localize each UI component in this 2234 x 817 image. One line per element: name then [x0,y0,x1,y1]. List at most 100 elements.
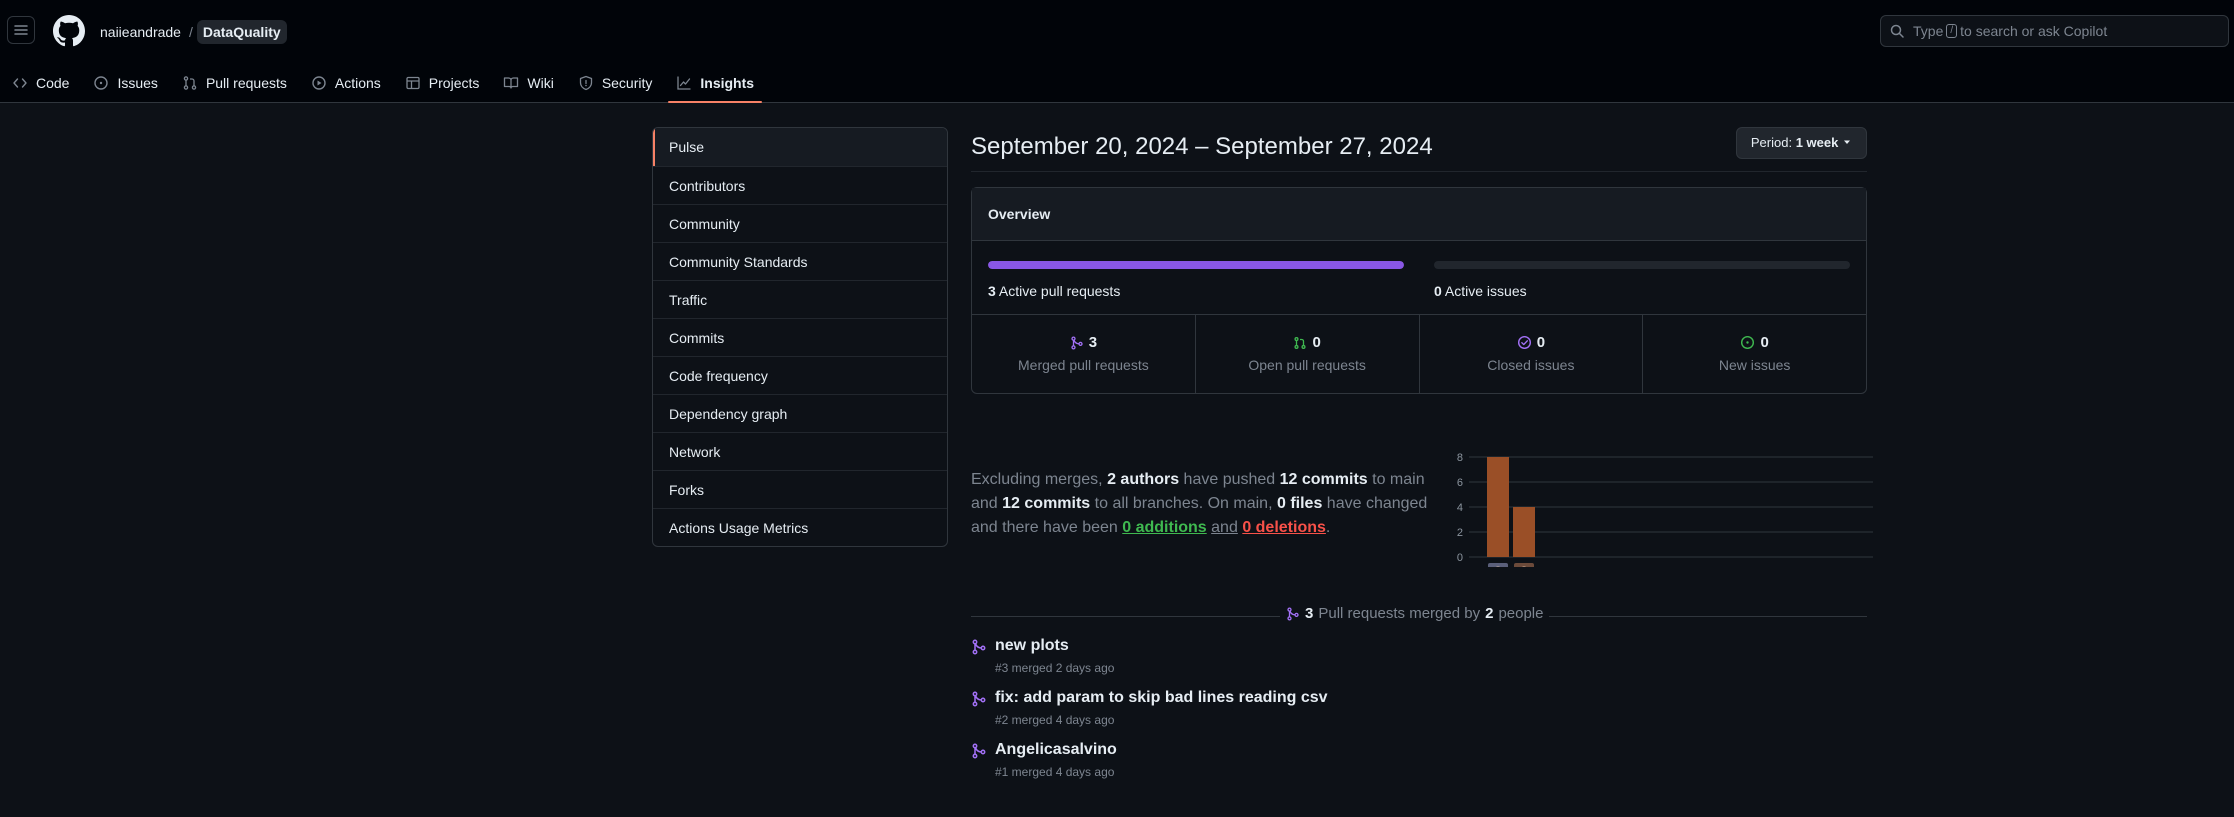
summary-text: Excluding merges, [971,471,1103,488]
tab-code[interactable]: Code [4,62,77,103]
commit-bar[interactable] [1513,507,1535,557]
tab-insights[interactable]: Insights [668,62,762,103]
stat-label: Open pull requests [1248,357,1366,373]
summary-authors: 2 authors [1107,471,1180,488]
stat-merged-prs[interactable]: 3 Merged pull requests [972,315,1195,393]
sidebar-item-code-frequency[interactable]: Code frequency [653,356,947,394]
pr-meta: #1 merged 4 days ago [995,765,1115,779]
tab-label: Pull requests [205,74,287,91]
summary-deletions-link[interactable]: 0 deletions [1242,519,1326,536]
stat-value: 0 [1760,334,1769,351]
tab-pull-requests[interactable]: Pull requests [174,62,295,103]
pr-title-link[interactable]: new plots [995,637,1867,655]
commit-summary: Excluding merges, 2 authors have pushed … [971,468,1431,540]
sidebar-item-dependency-graph[interactable]: Dependency graph [653,394,947,432]
owner-link[interactable]: naiieandrade [100,24,181,40]
search-input[interactable]: Type / to search or ask Copilot [1880,15,2229,47]
stat-label: New issues [1718,357,1791,373]
overview-bars: 3 Active pull requests 0 Active issues [972,241,1866,315]
stat-new-issues[interactable]: 0 New issues [1642,315,1866,393]
active-prs-count: 3 [988,283,996,299]
issue-icon [94,75,109,90]
code-icon [13,77,27,88]
book-icon [504,76,519,89]
pr-meta: #2 merged 4 days ago [995,713,1115,727]
merged-icon [1071,335,1083,350]
overview-panel: Overview 3 Active pull requests 0 Active… [971,187,1867,394]
active-issues-progress [1434,261,1850,269]
active-prs-progress [988,261,1404,269]
search-shortcut-key: / [1946,24,1958,38]
summary-text: to all branches. On main, [1094,495,1273,512]
active-issues-block[interactable]: 0 Active issues [1434,261,1850,299]
summary-additions-link[interactable]: 0 additions [1122,519,1206,536]
sidebar-item-contributors[interactable]: Contributors [653,166,947,204]
search-placeholder-suffix: to search or ask Copilot [1960,23,2108,39]
overview-stats: 3 Merged pull requests 0 Open pull reque… [972,315,1866,393]
hamburger-icon [14,25,28,35]
sidebar-item-actions-usage-metrics[interactable]: Actions Usage Metrics [653,508,947,546]
title-row: September 20, 2024 – September 27, 2024 … [971,127,1867,172]
tab-issues[interactable]: Issues [85,62,165,103]
repo-link[interactable]: DataQuality [196,20,287,44]
stat-value: 3 [1088,334,1098,351]
search-icon [1890,24,1904,38]
issue-closed-icon [1517,335,1531,350]
active-issues-count: 0 [1434,283,1442,299]
stat-closed-issues[interactable]: 0 Closed issues [1418,315,1643,393]
sidebar-item-traffic[interactable]: Traffic [653,280,947,318]
y-tick-label: 2 [1457,527,1463,539]
merged-people-count: 2 [1485,605,1494,622]
pr-meta: #3 merged 2 days ago [995,661,1115,675]
tab-label: Issues [117,74,158,91]
merged-text: Pull requests merged by [1318,605,1481,622]
merged-text: people [1498,605,1544,622]
list-item: new plots #3 merged 2 days ago [971,637,1867,689]
issue-open-icon [1741,335,1755,350]
pull-request-open-icon [1294,336,1307,349]
tab-security[interactable]: Security [570,62,661,103]
y-tick-label: 6 [1457,477,1463,489]
y-tick-label: 0 [1457,552,1463,564]
merged-icon [1287,606,1299,621]
tab-projects[interactable]: Projects [397,62,488,103]
pr-title-link[interactable]: Angelicasalvino [995,741,1867,759]
sidebar-item-forks[interactable]: Forks [653,470,947,508]
sidebar-item-network[interactable]: Network [653,432,947,470]
tab-label: Code [36,74,70,91]
tab-wiki[interactable]: Wiki [495,62,561,103]
overview-heading: Overview [972,188,1866,241]
list-item: Angelicasalvino #1 merged 4 days ago [971,741,1867,793]
merged-icon [972,743,986,759]
breadcrumb: naiieandrade / DataQuality [100,20,287,44]
github-logo-icon[interactable] [53,15,85,47]
author-avatar[interactable] [1488,563,1508,567]
repo-tabs: Code Issues Pull requests Actions Projec… [0,62,770,103]
pulse-main: September 20, 2024 – September 27, 2024 … [971,127,1873,779]
tab-label: Wiki [527,74,554,91]
sidebar-item-community[interactable]: Community [653,204,947,242]
period-dropdown[interactable]: Period: 1 week [1735,127,1867,159]
active-prs-block[interactable]: 3 Active pull requests [988,261,1404,299]
sidebar-item-pulse[interactable]: Pulse [653,128,947,166]
sidebar-item-community-standards[interactable]: Community Standards [653,242,947,280]
summary-text[interactable]: and [1211,519,1238,536]
summary-text: have pushed [1183,471,1276,488]
period-value: 1 week [1795,135,1839,150]
shield-icon [579,75,592,90]
commit-bar[interactable] [1487,457,1509,557]
stat-label: Closed issues [1487,357,1575,373]
merged-icon [972,639,986,655]
pr-title-link[interactable]: fix: add param to skip bad lines reading… [995,689,1867,707]
tab-actions[interactable]: Actions [303,62,389,103]
tab-label: Security [601,74,653,91]
tab-label: Actions [334,74,381,91]
summary-text: . [1325,519,1331,536]
page-title: September 20, 2024 – September 27, 2024 [971,133,1433,160]
menu-button[interactable] [7,16,35,44]
sidebar-item-commits[interactable]: Commits [653,318,947,356]
active-prs-label: Active pull requests [998,283,1121,299]
tab-label: Insights [700,74,755,91]
author-avatar[interactable] [1514,563,1534,567]
stat-open-prs[interactable]: 0 Open pull requests [1194,315,1419,393]
